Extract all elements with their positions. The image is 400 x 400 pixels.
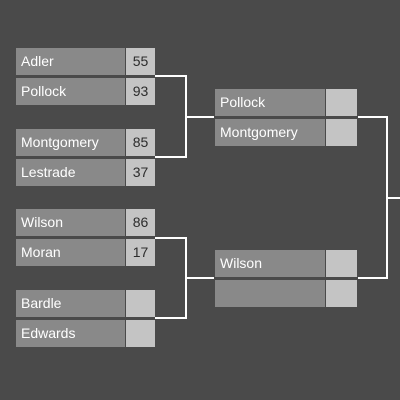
team-score: 37: [126, 159, 155, 186]
team-score: [326, 89, 357, 116]
round2-slot-2[interactable]: Montgomery: [215, 119, 358, 146]
team-name: Lestrade: [16, 159, 125, 186]
team-name: Pollock: [215, 89, 325, 116]
team-score: [326, 250, 357, 277]
team-name: Montgomery: [16, 129, 125, 156]
round1-slot-5[interactable]: Wilson 86: [16, 209, 155, 236]
round2-slot-1[interactable]: Pollock: [215, 89, 358, 116]
team-name: Bardle: [16, 290, 125, 317]
team-score: 86: [126, 209, 155, 236]
team-score: 55: [126, 48, 155, 75]
team-score: [326, 119, 357, 146]
round1-slot-8[interactable]: Edwards: [16, 320, 155, 347]
round2-slot-4[interactable]: [215, 280, 358, 307]
team-name: Pollock: [16, 78, 125, 105]
team-name: Edwards: [16, 320, 125, 347]
tournament-bracket: Adler 55 Pollock 93 Montgomery 85 Lestra…: [0, 0, 400, 400]
team-name: Wilson: [16, 209, 125, 236]
team-score: [126, 320, 155, 347]
team-name: Adler: [16, 48, 125, 75]
round1-slot-2[interactable]: Pollock 93: [16, 78, 155, 105]
round1-slot-3[interactable]: Montgomery 85: [16, 129, 155, 156]
round1-slot-7[interactable]: Bardle: [16, 290, 155, 317]
round2-slot-3[interactable]: Wilson: [215, 250, 358, 277]
team-score: 17: [126, 239, 155, 266]
connector-semifinals: [358, 116, 388, 279]
team-name: Wilson: [215, 250, 325, 277]
team-score: 93: [126, 78, 155, 105]
team-score: [326, 280, 357, 307]
team-score: 85: [126, 129, 155, 156]
round1-slot-6[interactable]: Moran 17: [16, 239, 155, 266]
round1-slot-4[interactable]: Lestrade 37: [16, 159, 155, 186]
team-name: Moran: [16, 239, 125, 266]
round1-slot-1[interactable]: Adler 55: [16, 48, 155, 75]
connector-match-1: [155, 75, 187, 158]
team-name: [215, 280, 325, 307]
team-name: Montgomery: [215, 119, 325, 146]
team-score: [126, 290, 155, 317]
connector-match-2: [155, 237, 187, 319]
